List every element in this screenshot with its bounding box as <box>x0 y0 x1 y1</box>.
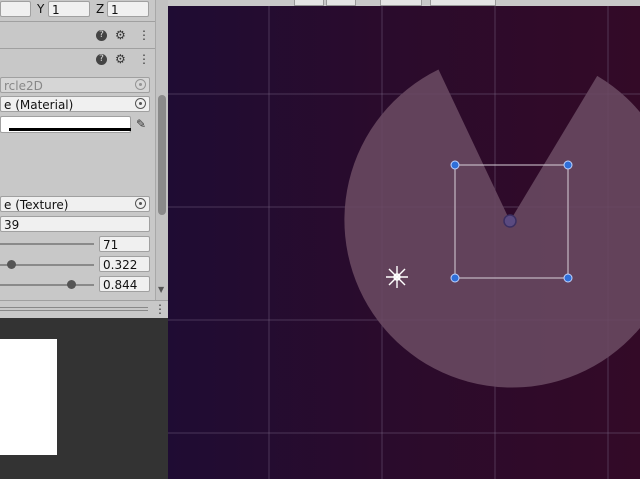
scene-canvas[interactable] <box>168 0 640 479</box>
texture-field[interactable]: e (Texture) <box>0 196 150 212</box>
scroll-down-arrow-icon[interactable]: ▼ <box>158 285 164 294</box>
scene-toolbar <box>168 0 640 6</box>
resize-handle-bottom-left[interactable] <box>450 273 460 283</box>
color-field[interactable] <box>0 116 131 133</box>
resize-handle-top-right[interactable] <box>563 160 573 170</box>
help-icon[interactable]: ? <box>96 30 107 41</box>
divider <box>0 21 155 22</box>
object-picker-icon[interactable] <box>135 79 146 90</box>
eyedropper-icon[interactable]: ✎ <box>136 117 146 131</box>
kebab-menu-icon[interactable]: ⋮ <box>138 28 150 42</box>
pivot-handle[interactable] <box>503 214 517 228</box>
object-picker-icon[interactable] <box>135 198 146 209</box>
kebab-menu-icon[interactable]: ⋮ <box>154 302 166 316</box>
resize-handle-top-left[interactable] <box>450 160 460 170</box>
divider <box>0 48 155 49</box>
inspector-scrollbar[interactable]: ▼ <box>155 0 168 300</box>
component-header-2: ? ⚙ ⋮ <box>0 52 155 70</box>
material-field[interactable]: e (Material) <box>0 96 150 112</box>
toolbar-button[interactable] <box>326 0 356 6</box>
drag-handle[interactable] <box>0 307 148 308</box>
color-alpha-bar <box>9 128 131 131</box>
resize-handle-bottom-right[interactable] <box>563 273 573 283</box>
slider2-knob[interactable] <box>67 280 76 289</box>
transform-z-field[interactable]: 1 <box>107 1 149 17</box>
inspector-panel: Y 1 Z 1 ? ⚙ ⋮ ? ⚙ ⋮ rcle2D e (Material) … <box>0 0 168 479</box>
light-gizmo-icon[interactable] <box>386 266 408 288</box>
toolbar-button[interactable] <box>380 0 422 6</box>
int-value-field[interactable]: 71 <box>99 236 150 252</box>
kebab-menu-icon[interactable]: ⋮ <box>138 52 150 66</box>
int-slider-track[interactable] <box>0 243 94 245</box>
scene-view[interactable] <box>168 0 640 479</box>
slider1-knob[interactable] <box>7 260 16 269</box>
toolbar-button[interactable] <box>294 0 324 6</box>
sliders-icon[interactable]: ⚙ <box>115 52 126 66</box>
drag-handle[interactable] <box>0 310 148 311</box>
component-header-1: ? ⚙ ⋮ <box>0 28 155 46</box>
toolbar-button[interactable] <box>430 0 496 6</box>
object-picker-icon[interactable] <box>135 98 146 109</box>
circle2d-field: rcle2D <box>0 77 150 93</box>
transform-y-label: Y <box>37 2 45 16</box>
slider2-value-field[interactable]: 0.844 <box>99 276 150 292</box>
texture-preview-image <box>0 339 57 455</box>
value-field[interactable]: 39 <box>0 216 150 232</box>
slider2-track[interactable] <box>0 284 94 286</box>
transform-z-label: Z <box>96 2 105 16</box>
transform-y-field[interactable]: 1 <box>48 1 90 17</box>
sliders-icon[interactable]: ⚙ <box>115 28 126 42</box>
light-shape[interactable] <box>344 69 640 388</box>
transform-x-field-partial[interactable] <box>0 1 31 17</box>
scrollbar-thumb[interactable] <box>158 95 166 215</box>
preview-header: ⋮ <box>0 300 168 319</box>
slider1-value-field[interactable]: 0.322 <box>99 256 150 272</box>
help-icon[interactable]: ? <box>96 54 107 65</box>
